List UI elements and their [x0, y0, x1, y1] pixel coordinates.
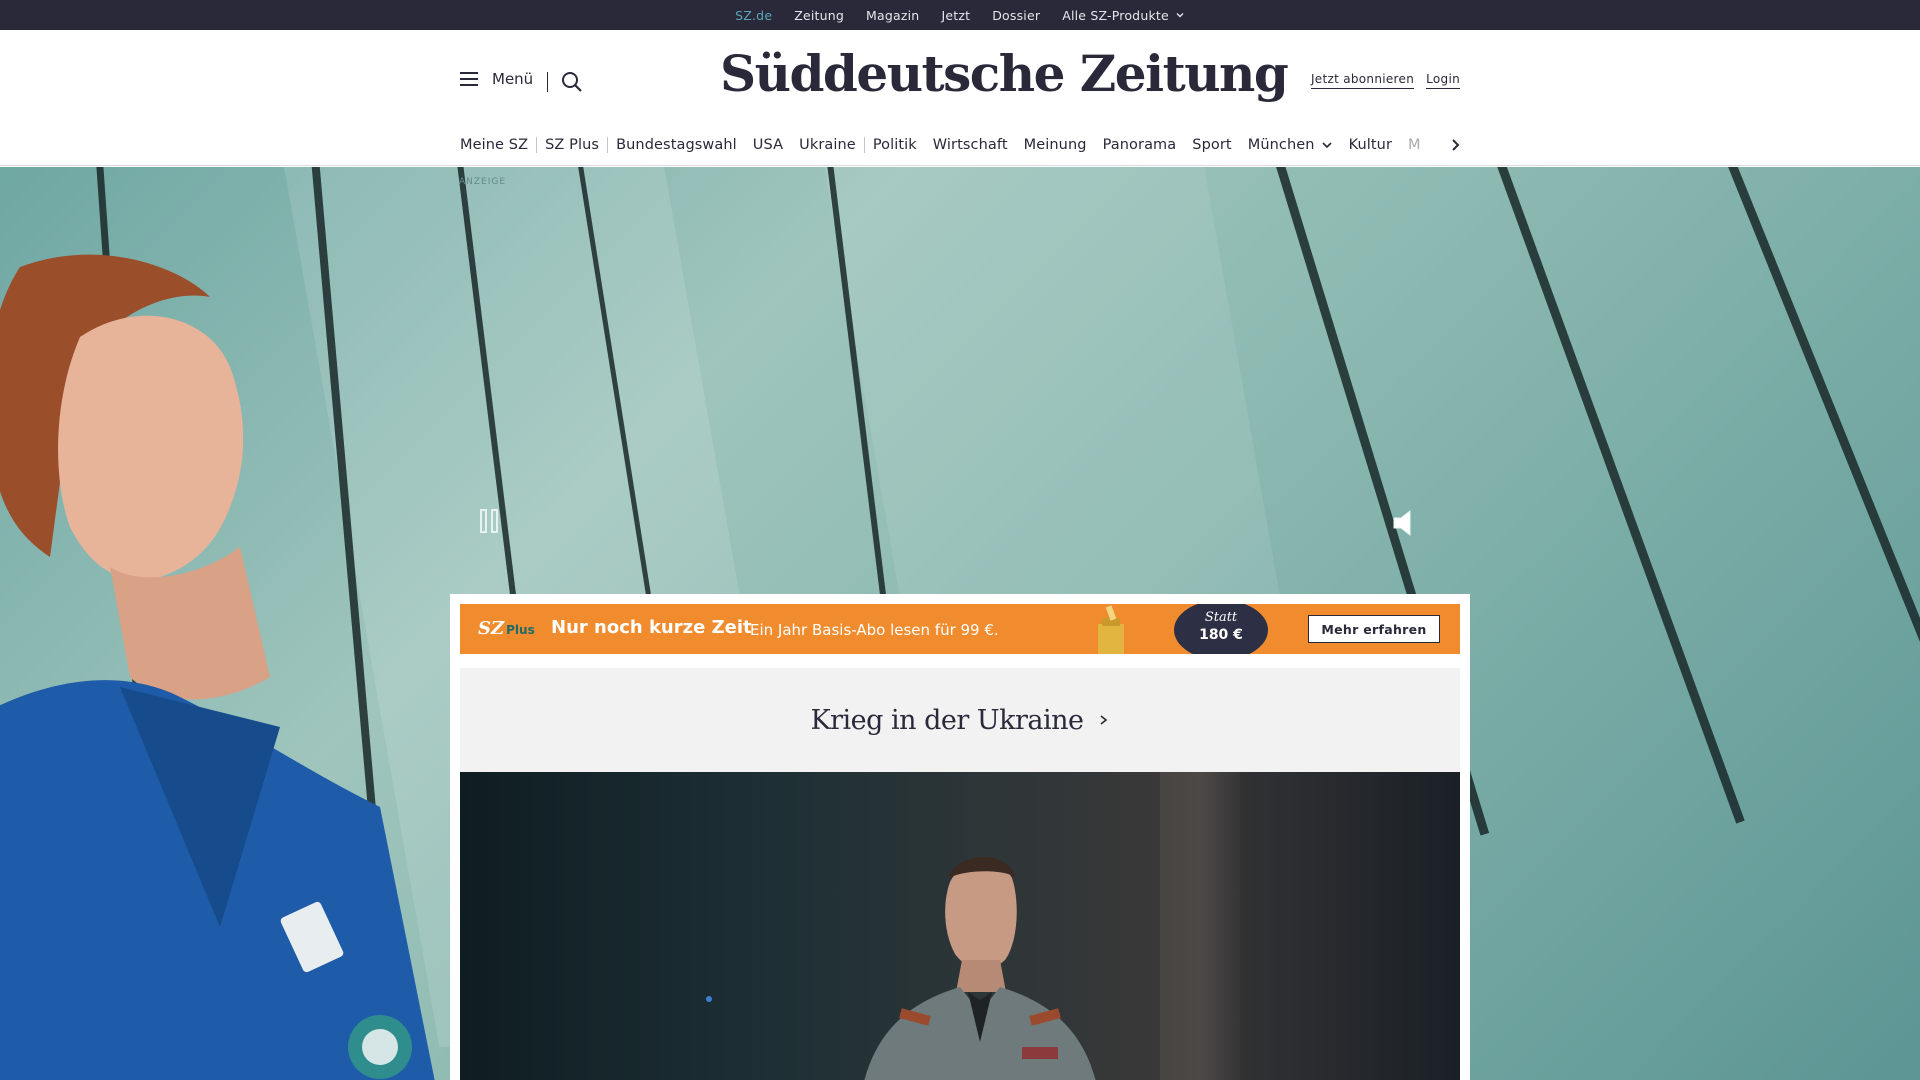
- media-indicator-dot: [706, 996, 712, 1002]
- chevron-down-icon: [1322, 142, 1332, 149]
- pause-icon: [491, 509, 498, 533]
- nav-item-muenchen[interactable]: München: [1240, 137, 1341, 153]
- topbar-link-magazin[interactable]: Magazin: [866, 8, 919, 23]
- chevron-right-icon: [1100, 715, 1107, 725]
- products-dropdown-label: Alle SZ-Produkte: [1062, 7, 1169, 23]
- mute-button[interactable]: [1390, 507, 1418, 539]
- speaker-icon: [1393, 509, 1411, 537]
- sz-products-bar: SZ.de Zeitung Magazin Jetzt Dossier Alle…: [0, 0, 1920, 30]
- nav-item-kultur[interactable]: Kultur: [1341, 137, 1400, 153]
- chevron-right-icon: [1452, 139, 1460, 151]
- sz-plus-logo-text: SZ: [478, 618, 505, 639]
- nav-item-sz-plus[interactable]: SZ Plus: [537, 137, 607, 153]
- header-divider: [547, 72, 548, 92]
- badge-label: Statt: [1204, 610, 1238, 625]
- nav-item-label: München: [1247, 137, 1315, 153]
- menu-label: Menü: [492, 70, 534, 88]
- promo-title: Nur noch kurze Zeit: [551, 617, 752, 638]
- topbar-link-szde[interactable]: SZ.de: [735, 8, 772, 23]
- badge-price: 180 €: [1199, 627, 1243, 643]
- nav-item-ukraine[interactable]: Ukraine: [791, 137, 864, 153]
- topic-header-ukraine[interactable]: Krieg in der Ukraine: [460, 668, 1460, 772]
- header-actions: Jetzt abonnieren Login: [1310, 72, 1460, 89]
- nav-item-wirtschaft[interactable]: Wirtschaft: [925, 137, 1016, 153]
- nav-item-truncated[interactable]: M: [1400, 137, 1429, 153]
- topic-title: Krieg in der Ukraine: [810, 704, 1084, 736]
- topbar-link-zeitung[interactable]: Zeitung: [794, 8, 844, 23]
- topbar-link-label: Dossier: [992, 7, 1041, 23]
- content-column: SZ Plus Nur noch kurze Zeit Ein Jahr Basi…: [450, 594, 1470, 1080]
- background-pillar: [1160, 772, 1240, 1080]
- login-link[interactable]: Login: [1426, 72, 1460, 89]
- nav-item-meine-sz[interactable]: Meine SZ: [460, 137, 536, 153]
- site-header: Menü Süddeutsche Zeitung Jetzt abonniere…: [0, 30, 1920, 166]
- topbar-link-label: Magazin: [866, 7, 920, 23]
- menu-button[interactable]: Menü: [460, 70, 533, 88]
- sz-plus-logo: SZ Plus: [478, 618, 535, 639]
- teaser-image[interactable]: [460, 772, 1460, 1080]
- search-button[interactable]: [560, 70, 584, 94]
- nav-item-panorama[interactable]: Panorama: [1095, 137, 1185, 153]
- nav-item-usa[interactable]: USA: [745, 137, 791, 153]
- hamburger-icon: [460, 72, 478, 86]
- nav-item-sport[interactable]: Sport: [1184, 137, 1239, 153]
- topbar-link-jetzt[interactable]: Jetzt: [941, 8, 970, 23]
- ad-label: ANZEIGE: [459, 177, 507, 187]
- sz-plus-promo-banner[interactable]: SZ Plus Nur noch kurze Zeit Ein Jahr Basi…: [460, 604, 1460, 654]
- promo-text: Ein Jahr Basis-Abo lesen für 99 €.: [750, 621, 999, 639]
- chevron-down-icon: [1176, 13, 1184, 18]
- pause-button[interactable]: [480, 509, 504, 541]
- topbar-products-dropdown[interactable]: Alle SZ-Produkte: [1062, 8, 1185, 23]
- wall-streak: [1720, 167, 1920, 815]
- pause-icon: [480, 509, 487, 533]
- topbar-link-label: Zeitung: [794, 7, 845, 23]
- nav-item-politik[interactable]: Politik: [865, 137, 925, 153]
- learn-more-button[interactable]: Mehr erfahren: [1308, 615, 1440, 643]
- sz-plus-logo-sub: Plus: [506, 623, 535, 637]
- wall-streak: [1490, 167, 1745, 824]
- sz-logo[interactable]: Süddeutsche Zeitung: [720, 44, 1289, 103]
- search-icon: [562, 72, 582, 92]
- nav-scroll-right-button[interactable]: [1446, 134, 1466, 156]
- nav-item-bundestagswahl[interactable]: Bundestagswahl: [608, 137, 745, 153]
- nurse-image: [0, 254, 435, 1080]
- price-badge: Statt 180 €: [1174, 604, 1268, 654]
- subscribe-link[interactable]: Jetzt abonnieren: [1310, 72, 1415, 89]
- main-navigation: Meine SZ SZ Plus Bundestagswahl USA Ukra…: [460, 130, 1460, 160]
- topbar-link-label: Jetzt: [941, 7, 971, 23]
- topbar-link-dossier[interactable]: Dossier: [992, 8, 1040, 23]
- topbar-link-label: SZ.de: [735, 7, 773, 23]
- officer-image: [864, 856, 1096, 1080]
- nav-item-meinung[interactable]: Meinung: [1016, 137, 1095, 153]
- ballot-box-icon: [1098, 605, 1124, 654]
